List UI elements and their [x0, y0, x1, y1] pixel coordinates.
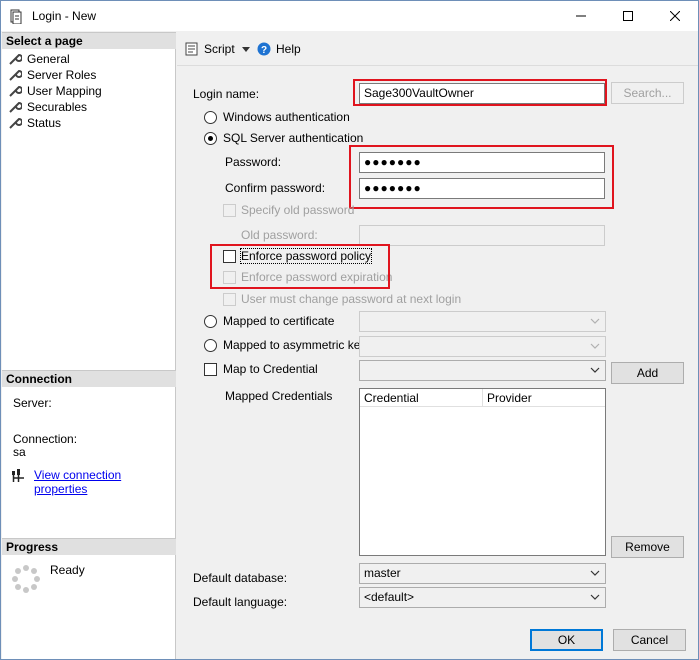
page-item-label: General	[27, 52, 70, 66]
cancel-button[interactable]: Cancel	[613, 629, 686, 651]
default-database-select[interactable]: master	[359, 563, 606, 584]
wrench-icon	[9, 85, 22, 97]
wrench-icon	[9, 53, 22, 65]
highlight-box	[353, 79, 607, 106]
chevron-down-icon	[590, 367, 600, 373]
chevron-down-icon	[590, 594, 600, 600]
default-language-label: Default language:	[193, 595, 288, 609]
page-item-general[interactable]: General	[8, 51, 70, 67]
connection-label: Connection:	[13, 432, 78, 446]
page-item-label: Securables	[27, 100, 88, 114]
minimize-icon	[576, 15, 586, 17]
select-page-header: Select a page	[2, 32, 176, 49]
chevron-down-icon	[590, 318, 600, 324]
certificate-select[interactable]	[359, 311, 606, 332]
help-icon: ?	[257, 42, 271, 56]
windows-auth-label[interactable]: Windows authentication	[223, 110, 350, 124]
mapped-certificate-radio[interactable]	[204, 315, 217, 328]
general-page-content: Login name: Sage300VaultOwner Search... …	[177, 67, 698, 621]
minimize-button[interactable]	[558, 1, 604, 31]
old-password-input[interactable]	[359, 225, 605, 246]
default-database-value: master	[364, 566, 401, 580]
progress-header: Progress	[2, 538, 176, 555]
default-database-label: Default database:	[193, 571, 288, 585]
script-icon	[185, 42, 198, 56]
page-item-label: User Mapping	[27, 84, 102, 98]
wrench-icon	[9, 69, 22, 81]
old-password-label: Old password:	[241, 228, 318, 242]
close-button[interactable]	[652, 1, 698, 31]
svg-text:?: ?	[261, 45, 267, 56]
script-label: Script	[204, 42, 235, 56]
map-to-credential-label[interactable]: Map to Credential	[223, 362, 318, 376]
progress-spinner-icon	[12, 565, 40, 593]
page-item-label: Status	[27, 116, 62, 130]
sql-auth-radio[interactable]	[204, 132, 217, 145]
mapped-asymmetric-key-label[interactable]: Mapped to asymmetric key	[223, 338, 366, 352]
help-label: Help	[276, 42, 301, 56]
mapped-asymmetric-key-radio[interactable]	[204, 339, 217, 352]
grid-column-provider[interactable]: Provider	[483, 389, 605, 407]
dialog-footer: OK Cancel	[177, 622, 698, 659]
page-item-securables[interactable]: Securables	[8, 99, 87, 115]
help-button[interactable]: ? Help	[257, 40, 301, 58]
specify-old-password-checkbox[interactable]	[223, 204, 236, 217]
server-label: Server:	[13, 396, 52, 410]
sql-auth-label[interactable]: SQL Server authentication	[223, 131, 363, 145]
view-connection-properties-link[interactable]: View connection properties	[34, 468, 175, 496]
progress-status: Ready	[50, 563, 85, 577]
highlight-box	[210, 244, 390, 289]
default-language-value: <default>	[364, 590, 415, 604]
left-pane: Select a page General Server Roles User …	[2, 32, 176, 659]
ok-button[interactable]: OK	[530, 629, 603, 651]
chevron-down-icon	[590, 343, 600, 349]
default-language-select[interactable]: <default>	[359, 587, 606, 608]
title-bar[interactable]: Login - New	[1, 1, 698, 31]
asymmetric-key-select[interactable]	[359, 336, 606, 357]
must-change-password-checkbox[interactable]	[223, 293, 236, 306]
map-to-credential-checkbox[interactable]	[204, 363, 217, 376]
add-credential-button[interactable]: Add	[611, 362, 684, 384]
must-change-password-label: User must change password at next login	[241, 292, 462, 306]
page-item-status[interactable]: Status	[8, 115, 61, 131]
mapped-certificate-label[interactable]: Mapped to certificate	[223, 314, 334, 328]
maximize-icon	[623, 11, 633, 21]
login-new-dialog: Login - New Select a page General Server…	[0, 0, 699, 660]
script-button[interactable]: Script	[185, 40, 250, 58]
mapped-credentials-label: Mapped Credentials	[225, 389, 333, 403]
search-button[interactable]: Search...	[611, 82, 684, 104]
page-item-server-roles[interactable]: Server Roles	[8, 67, 96, 83]
highlight-box	[349, 145, 614, 209]
mapped-credentials-grid[interactable]: Credential Provider	[359, 388, 606, 556]
wrench-icon	[9, 117, 22, 129]
connection-header: Connection	[2, 370, 176, 387]
page-item-label: Server Roles	[27, 68, 97, 82]
confirm-password-label: Confirm password:	[225, 181, 326, 195]
app-icon	[10, 9, 22, 24]
credential-select[interactable]	[359, 360, 606, 381]
password-label: Password:	[225, 155, 282, 169]
wrench-icon	[9, 101, 22, 113]
chevron-down-icon	[590, 570, 600, 576]
toolbar: Script ? Help	[177, 32, 698, 66]
windows-auth-radio[interactable]	[204, 111, 217, 124]
chevron-down-icon	[241, 46, 250, 52]
page-item-user-mapping[interactable]: User Mapping	[8, 83, 102, 99]
grid-column-credential[interactable]: Credential	[360, 389, 483, 407]
connection-value: sa	[13, 445, 26, 459]
login-name-label: Login name:	[193, 87, 260, 101]
close-icon	[670, 11, 680, 21]
connection-properties-icon	[12, 469, 24, 482]
window-title: Login - New	[32, 9, 97, 23]
specify-old-password-label: Specify old password	[241, 203, 355, 217]
maximize-button[interactable]	[605, 1, 651, 31]
remove-credential-button[interactable]: Remove	[611, 536, 684, 558]
